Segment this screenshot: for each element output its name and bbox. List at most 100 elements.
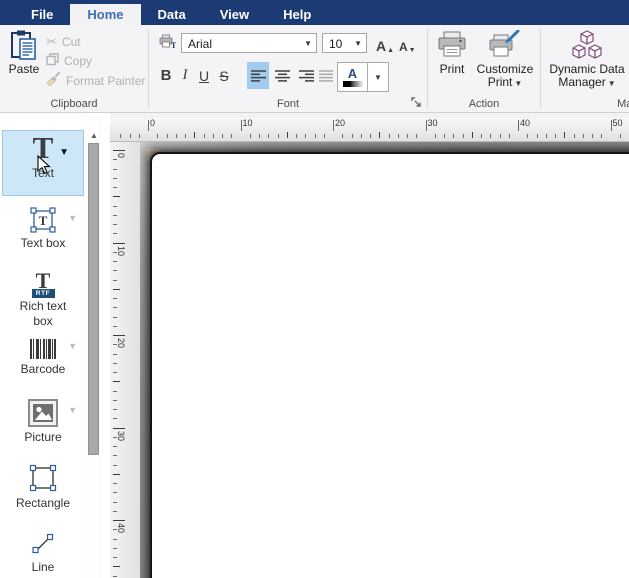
ruler-minor-tick: [222, 134, 223, 138]
tool-text-box[interactable]: T ▼ Text box: [0, 205, 86, 251]
ruler-minor-tick: [157, 134, 158, 138]
workspace: [140, 142, 629, 578]
ruler-minor-tick: [113, 159, 117, 160]
rectangle-tool-icon: [27, 463, 59, 493]
chevron-down-icon[interactable]: ▼: [68, 341, 77, 351]
tab-file[interactable]: File: [14, 4, 70, 25]
ddm-label: Dynamic Data Manager▼: [549, 63, 624, 90]
ruler-minor-tick: [416, 134, 417, 138]
scrollbar-thumb[interactable]: [88, 143, 99, 455]
ruler-minor-tick: [113, 576, 117, 577]
ruler-minor-tick: [407, 134, 408, 138]
ruler-minor-tick: [113, 289, 120, 290]
print-button[interactable]: Print: [432, 29, 472, 76]
manage-group-label: Manage: [557, 98, 629, 110]
ruler-minor-tick: [113, 548, 117, 549]
font-color-button[interactable]: A: [338, 63, 368, 91]
line-tool-icon: [29, 530, 57, 558]
format-painter-button[interactable]: Format Painter: [46, 72, 145, 89]
copy-button[interactable]: Copy: [46, 53, 92, 69]
italic-button[interactable]: I: [177, 62, 193, 89]
customize-print-button[interactable]: Customize Print▼: [473, 29, 537, 90]
ruler-minor-tick: [379, 132, 380, 138]
ruler-minor-tick: [620, 134, 621, 138]
chevron-down-icon: ▼: [374, 73, 382, 82]
cut-icon: ✂: [46, 34, 57, 50]
ruler-minor-tick: [185, 134, 186, 138]
customize-print-icon: [488, 29, 522, 61]
bold-button[interactable]: B: [157, 62, 175, 89]
toolbox-scrollbar[interactable]: ▲: [87, 113, 101, 578]
ruler-major-tick: [113, 520, 125, 521]
ruler-minor-tick: [315, 134, 316, 138]
cut-button[interactable]: ✂ Cut: [46, 34, 81, 50]
tab-view[interactable]: View: [203, 4, 266, 25]
align-center-button[interactable]: [271, 62, 293, 89]
ruler-minor-tick: [113, 474, 120, 475]
chevron-down-icon[interactable]: ▼: [59, 147, 69, 158]
ruler-minor-tick: [296, 134, 297, 138]
font-size-select[interactable]: 10 ▼: [322, 33, 367, 53]
ruler-minor-tick: [113, 363, 117, 364]
ruler-minor-tick: [342, 134, 343, 138]
action-group-label: Action: [428, 98, 540, 110]
tab-home[interactable]: Home: [70, 4, 140, 25]
chevron-down-icon: ▼: [354, 34, 362, 54]
paste-button[interactable]: Paste: [5, 29, 43, 76]
tool-rectangle[interactable]: Rectangle: [0, 461, 86, 511]
font-group: T Arial ▼ 10 ▼ A▲ A▼ B I U S: [149, 25, 427, 112]
tool-label: Line: [11, 560, 75, 575]
svg-text:T: T: [171, 41, 176, 49]
align-right-button[interactable]: [295, 62, 317, 89]
main-area: T ▼ Text: [0, 113, 629, 578]
ruler-minor-tick: [113, 261, 117, 262]
chevron-down-icon[interactable]: ▼: [68, 405, 77, 415]
toolbox: T ▼ Text: [0, 113, 86, 578]
font-color-dropdown[interactable]: ▼: [368, 63, 388, 91]
tab-help[interactable]: Help: [266, 4, 328, 25]
tool-line[interactable]: Line: [0, 529, 86, 575]
tab-data[interactable]: Data: [141, 4, 203, 25]
align-justify-button[interactable]: [317, 62, 335, 89]
ruler-minor-tick: [481, 134, 482, 138]
tool-text[interactable]: T ▼ Text: [2, 130, 84, 196]
rich-text-tool-icon: T: [36, 271, 51, 291]
ruler-minor-tick: [113, 317, 117, 318]
ruler-minor-tick: [259, 134, 260, 138]
ruler-major-tick: [113, 243, 125, 244]
ruler-major-tick: [113, 428, 125, 429]
align-left-icon: [251, 70, 266, 82]
ruler-minor-tick: [546, 134, 547, 138]
ruler-minor-tick: [113, 187, 117, 188]
ruler-major-tick: [241, 120, 242, 131]
design-canvas[interactable]: [150, 152, 629, 578]
ruler-minor-tick: [113, 437, 117, 438]
paste-label: Paste: [9, 63, 40, 76]
font-family-select[interactable]: Arial ▼: [181, 33, 317, 53]
underline-button[interactable]: U: [195, 62, 213, 89]
ruler-minor-tick: [435, 134, 436, 138]
tool-picture[interactable]: ▼ Picture: [0, 397, 86, 445]
ruler-minor-tick: [361, 134, 362, 138]
ruler-minor-tick: [509, 134, 510, 138]
ruler-major-tick: [518, 120, 519, 131]
strikethrough-button[interactable]: S: [215, 62, 233, 89]
scroll-up-arrow[interactable]: ▲: [87, 131, 101, 140]
grow-font-button[interactable]: A▲: [376, 32, 394, 54]
dynamic-data-manager-button[interactable]: Dynamic Data Manager▼: [545, 29, 629, 90]
align-left-button[interactable]: [247, 62, 269, 89]
ruler-label: 0: [116, 153, 126, 158]
tool-barcode[interactable]: ▼ Barcode: [0, 337, 86, 377]
ruler-minor-tick: [204, 134, 205, 138]
printer-font-icon: T: [159, 34, 176, 54]
ruler-minor-tick: [113, 400, 117, 401]
chevron-down-icon[interactable]: ▼: [68, 213, 77, 223]
ruler-minor-tick: [113, 418, 117, 419]
ruler-label: 40: [520, 118, 530, 128]
print-icon: [437, 29, 467, 61]
font-group-label: Font: [149, 98, 427, 110]
customize-print-label: Customize Print▼: [477, 63, 534, 90]
shrink-font-button[interactable]: A▼: [399, 32, 416, 54]
align-right-icon: [299, 70, 314, 82]
tool-rich-text-box[interactable]: T RTF Rich text box: [0, 271, 86, 329]
